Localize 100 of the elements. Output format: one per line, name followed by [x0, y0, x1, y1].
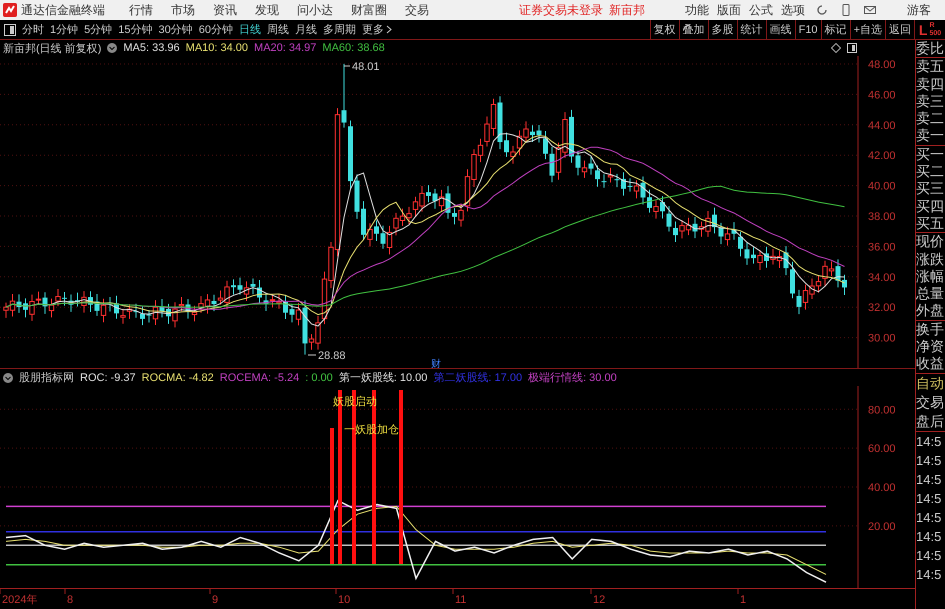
toolbar-button[interactable]: 叠加: [678, 20, 708, 39]
menu-item[interactable]: 财富圈: [351, 2, 387, 18]
price-axis-label: 36.00: [868, 241, 896, 254]
dropdown-icon[interactable]: [107, 43, 118, 53]
leader-line: [308, 354, 316, 356]
status-notice: 证券交易未登录: [519, 2, 603, 18]
price-axis-label: 38.00: [868, 211, 896, 223]
period-tab[interactable]: 5分钟: [84, 22, 112, 37]
trade-time: 14:5: [916, 470, 942, 489]
menu-item[interactable]: 资讯: [213, 2, 237, 18]
menu-item[interactable]: 行情: [129, 2, 153, 18]
trade-time: 14:5: [916, 452, 942, 470]
quote-label: 卖二: [916, 110, 945, 128]
period-tab[interactable]: 多周期: [323, 22, 356, 37]
period-tab[interactable]: 1分钟: [50, 22, 78, 37]
quote-label: 涨跌: [916, 250, 945, 268]
date-axis-label: 2024年: [2, 594, 38, 606]
period-tab[interactable]: 15分钟: [118, 22, 152, 37]
period-tab[interactable]: 周线: [267, 22, 289, 37]
date-axis-label: 10: [338, 594, 350, 606]
candle: [744, 242, 750, 266]
quote-label: 买二: [916, 163, 945, 180]
candle: [354, 174, 360, 220]
status-label: 自动: [916, 374, 945, 393]
quote-label: 委比: [916, 40, 945, 58]
candle: [543, 130, 548, 160]
quote-label: 买三: [916, 180, 945, 198]
period-tab[interactable]: 月线: [295, 22, 317, 37]
toolbar-button[interactable]: 返回: [885, 20, 914, 39]
candle: [348, 120, 353, 189]
period-tab[interactable]: 日线: [239, 22, 261, 37]
indicator-name: 股朋指标网: [19, 371, 74, 385]
indicator-value: ROC: -9.37: [80, 372, 136, 384]
menu-item[interactable]: 版面: [717, 2, 741, 18]
price-axis-label: 46.00: [868, 89, 896, 102]
period-tab[interactable]: 60分钟: [198, 22, 233, 37]
status-label: 盘后: [916, 412, 945, 431]
user-label[interactable]: 游客: [907, 2, 931, 18]
price-axis-label: 48.00: [868, 59, 896, 71]
menu-item[interactable]: 功能: [685, 2, 709, 18]
candle: [790, 261, 795, 299]
quote-label: 买一: [916, 146, 945, 164]
app-title: 通达信金融终端: [21, 2, 105, 18]
date-axis-label: 9: [212, 594, 218, 606]
trade-time: 14:5: [916, 528, 942, 546]
price-axis-label: 34.00: [868, 272, 896, 284]
chart-title: 新亩邦(日线 前复权): [3, 42, 102, 56]
indicator-axis-label: 40.00: [868, 482, 896, 494]
candle: [68, 294, 74, 312]
menu-item[interactable]: 交易: [405, 2, 429, 18]
menu-item[interactable]: 市场: [171, 2, 195, 18]
dropdown-icon[interactable]: [3, 372, 13, 382]
quote-label: 买四: [916, 198, 945, 215]
news-marker: 财: [431, 359, 441, 368]
menu-item[interactable]: 发现: [255, 2, 279, 18]
trade-time: 14:5: [916, 566, 942, 584]
date-axis-label: 12: [593, 594, 606, 606]
low-price-label: 28.88: [318, 350, 346, 362]
toolbar-button[interactable]: F10: [794, 20, 821, 39]
toolbar-button[interactable]: 多股: [708, 20, 737, 39]
refresh-icon[interactable]: [815, 3, 829, 17]
quote-label: 卖五: [916, 58, 945, 76]
quote-label: 净资: [916, 338, 945, 356]
toolbar-button[interactable]: +自选: [850, 20, 885, 39]
indicator-value: 第一妖股线: 10.00: [338, 371, 428, 385]
trade-time: 14:5: [916, 546, 942, 565]
quote-label: 涨幅: [916, 268, 945, 286]
more-tab[interactable]: 更多: [362, 22, 392, 37]
candle: [257, 280, 262, 304]
ma-value: MA20: 34.97: [254, 42, 316, 54]
candle: [621, 172, 626, 196]
toolbar-button[interactable]: 统计: [736, 20, 766, 39]
mail-icon[interactable]: [863, 3, 877, 17]
quote-label: 换手: [916, 320, 945, 338]
indicator-axis-label: 80.00: [868, 404, 896, 416]
toolbar-button[interactable]: 画线: [766, 20, 795, 39]
panel-toggle-icon[interactable]: [847, 43, 857, 53]
candle: [536, 124, 542, 144]
panel-toggle-icon[interactable]: [4, 24, 16, 36]
indicator-value: 极端行情线: 30.00: [528, 371, 617, 385]
status-label: 交易: [916, 392, 945, 412]
period-tab[interactable]: 30分钟: [158, 22, 193, 37]
price-axis-label: 42.00: [868, 150, 896, 162]
indicator-axis-label: 20.00: [868, 520, 896, 533]
price-axis-label: 32.00: [868, 302, 896, 314]
indicator-value: 第二妖股线: 17.00: [433, 371, 522, 385]
menu-item[interactable]: 公式: [749, 2, 773, 18]
candle: [666, 206, 672, 232]
date-axis-label: 8: [67, 594, 74, 606]
period-tab[interactable]: 分时: [22, 22, 44, 37]
quote-label: 现价: [916, 233, 945, 251]
toolbar-button[interactable]: 标记: [820, 20, 850, 39]
ma-value: MA10: 34.00: [186, 42, 248, 54]
indicator-value: ROCEMA: -5.24: [220, 372, 300, 384]
menu-item[interactable]: 选项: [781, 2, 805, 18]
status-notice: 新亩邦: [609, 2, 645, 18]
candle: [140, 306, 145, 326]
diamond-icon[interactable]: [831, 43, 841, 53]
menu-item[interactable]: 问小达: [297, 2, 333, 18]
toolbar-button[interactable]: 复权: [650, 20, 679, 39]
